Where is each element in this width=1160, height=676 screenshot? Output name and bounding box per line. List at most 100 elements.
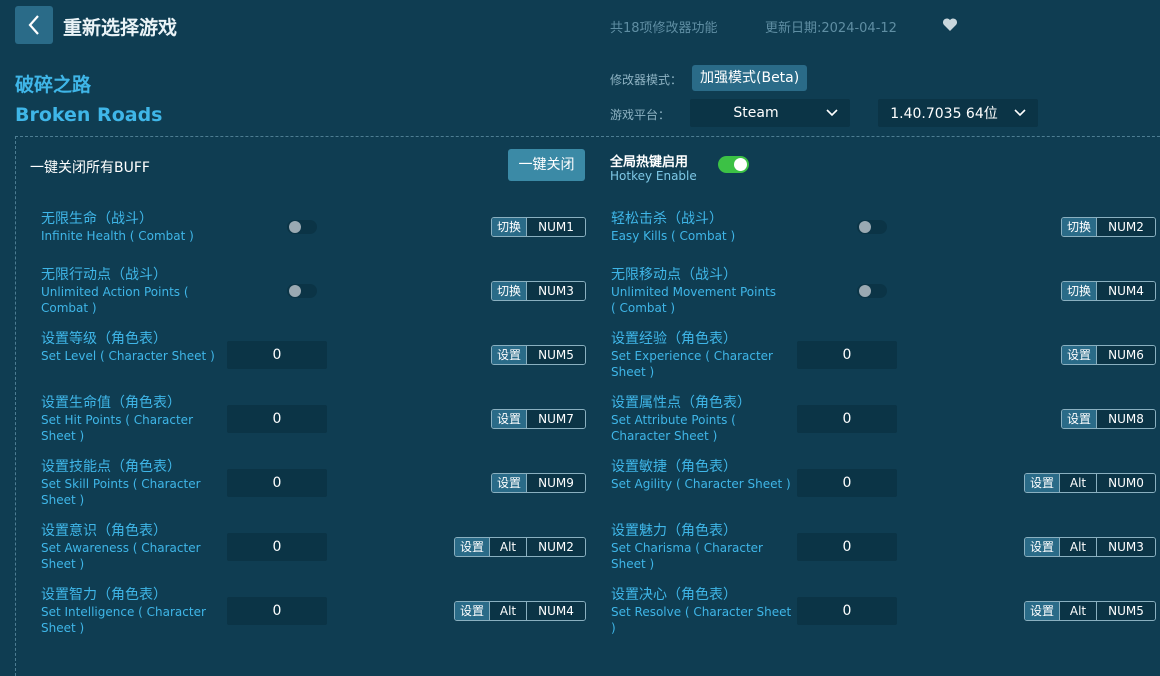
back-button[interactable] [15,6,53,44]
feature-label: 设置技能点（角色表） Set Skill Points ( Character Sh… [41,459,201,508]
hotkey-binding[interactable]: 设置 NUM8 [1060,409,1156,429]
feature-value-input[interactable]: 0 [227,469,327,497]
platform-value: Steam [733,105,779,121]
hotkey-key: NUM7 [526,410,585,428]
hotkey-enable-toggle[interactable] [718,156,749,173]
hotkey-action-label: 设置 [1061,410,1096,428]
hotkey-action-label: 设置 [1024,474,1059,492]
hotkey-binding[interactable]: 设置 NUM7 [490,409,586,429]
feature-name-cn: 设置技能点（角色表） [41,459,181,475]
feature-value-input[interactable]: 0 [227,597,327,625]
feature-name-cn: 设置魅力（角色表） [611,523,737,539]
hotkey-key: Alt [1059,474,1096,492]
feature-value-input[interactable]: 0 [797,341,897,369]
platform-label: 游戏平台： [610,108,671,122]
hotkey-binding[interactable]: 设置 NUM9 [490,473,586,493]
feature-name-en: Infinite Health ( Combat ) [41,229,194,243]
version-select[interactable]: 1.40.7035 64位 [878,99,1038,127]
feature-name-en: Sheet ) [41,429,85,443]
feature-name-en: Sheet ) [41,621,85,635]
buff-label: 一键关闭所有BUFF [30,160,150,176]
feature-value-input[interactable]: 0 [227,533,327,561]
feature-toggle[interactable] [287,220,317,234]
feature-label: 设置智力（角色表） Set Intelligence ( Character She… [41,587,206,636]
hotkey-key: Alt [1059,602,1096,620]
feature-name-en: Unlimited Action Points ( [41,285,189,299]
hotkey-key: NUM6 [1096,346,1155,364]
feature-name-en: Set Resolve ( Character Sheet [611,605,792,619]
chevron-down-icon [1010,109,1030,117]
feature-count: 共18项修改器功能 [610,21,718,36]
hotkey-binding[interactable]: 切换 NUM3 [490,281,586,301]
hotkey-action-label: 设置 [491,346,526,364]
feature-name-en: Set Awareness ( Character [41,541,201,555]
mode-badge[interactable]: 加强模式(Beta) [692,65,808,91]
hotkey-action-label: 设置 [1024,602,1059,620]
hotkey-key: NUM2 [1096,218,1155,236]
hotkey-action-label: 设置 [1024,538,1059,556]
feature-label: 设置等级（角色表） Set Level ( Character Sheet ) [41,331,215,364]
hotkey-action-label: 设置 [491,410,526,428]
feature-toggle[interactable] [857,284,887,298]
feature-name-cn: 无限生命（战斗） [41,211,153,227]
feature-name-cn: 轻松击杀（战斗） [611,211,723,227]
hotkey-key: Alt [489,538,526,556]
feature-name-cn: 设置意识（角色表） [41,523,167,539]
feature-name-en: Set Charisma ( Character [611,541,763,555]
close-all-button[interactable]: 一键关闭 [508,149,585,181]
feature-name-en: Combat ) [41,301,97,315]
hotkey-key: NUM9 [526,474,585,492]
hotkey-action-label: 切换 [1061,218,1096,236]
hotkey-enable-label: 全局热键启用 [610,155,689,170]
hotkey-binding[interactable]: 切换 NUM1 [490,217,586,237]
feature-name-cn: 设置等级（角色表） [41,331,167,347]
feature-label: 设置经验（角色表） Set Experience ( Character Sheet… [611,331,773,380]
feature-name-en: Sheet ) [611,557,655,571]
feature-name-cn: 设置智力（角色表） [41,587,167,603]
hotkey-binding[interactable]: 设置 NUM5 [490,345,586,365]
update-date: 更新日期:2024-04-12 [765,21,897,36]
hotkey-enable-label-en: Hotkey Enable [610,169,697,183]
platform-select[interactable]: Steam [690,99,850,127]
hotkey-key: NUM4 [526,602,585,620]
feature-name-cn: 设置经验（角色表） [611,331,737,347]
feature-value-input[interactable]: 0 [797,469,897,497]
hotkey-binding[interactable]: 设置 Alt NUM3 [1023,537,1156,557]
hotkey-binding[interactable]: 设置 NUM6 [1060,345,1156,365]
chevron-down-icon [822,109,842,117]
feature-name-en: Set Skill Points ( Character [41,477,201,491]
hotkey-action-label: 设置 [454,602,489,620]
hotkey-key: NUM1 [526,218,585,236]
feature-toggle[interactable] [857,220,887,234]
feature-name-en: Set Hit Points ( Character [41,413,193,427]
feature-value-input[interactable]: 0 [797,533,897,561]
heart-icon[interactable] [942,17,958,36]
feature-name-en: Sheet ) [611,365,655,379]
feature-name-en: Set Intelligence ( Character [41,605,206,619]
game-name-en: Broken Roads [15,104,163,126]
feature-name-cn: 设置属性点（角色表） [611,395,751,411]
hotkey-key: NUM0 [1096,474,1155,492]
hotkey-key: NUM5 [526,346,585,364]
hotkey-binding[interactable]: 设置 Alt NUM2 [453,537,586,557]
hotkey-binding[interactable]: 切换 NUM2 [1060,217,1156,237]
feature-value-input[interactable]: 0 [797,405,897,433]
feature-label: 轻松击杀（战斗） Easy Kills ( Combat ) [611,211,735,244]
feature-value-input[interactable]: 0 [227,341,327,369]
hotkey-key: Alt [489,602,526,620]
hotkey-binding[interactable]: 切换 NUM4 [1060,281,1156,301]
feature-label: 无限行动点（战斗） Unlimited Action Points (Combat… [41,267,189,316]
hotkey-binding[interactable]: 设置 Alt NUM4 [453,601,586,621]
feature-toggle[interactable] [287,284,317,298]
hotkey-binding[interactable]: 设置 Alt NUM0 [1023,473,1156,493]
feature-label: 设置属性点（角色表） Set Attribute Points (Characte… [611,395,751,444]
feature-name-en: Set Level ( Character Sheet ) [41,349,215,363]
mode-label: 修改器模式： [610,73,683,87]
feature-label: 无限生命（战斗） Infinite Health ( Combat ) [41,211,194,244]
feature-value-input[interactable]: 0 [227,405,327,433]
hotkey-action-label: 设置 [1061,346,1096,364]
hotkey-action-label: 切换 [491,282,526,300]
hotkey-binding[interactable]: 设置 Alt NUM5 [1023,601,1156,621]
feature-value-input[interactable]: 0 [797,597,897,625]
hotkey-key: NUM2 [526,538,585,556]
